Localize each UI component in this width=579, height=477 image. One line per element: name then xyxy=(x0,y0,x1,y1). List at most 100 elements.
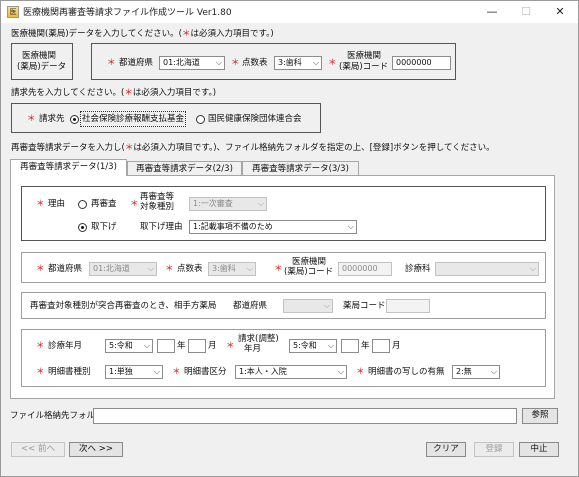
statement-type-select[interactable]: 1:単独 ⌵ xyxy=(105,365,163,379)
month-unit: 月 xyxy=(392,341,401,351)
row-pref-select: 01:北海道 ⌵ xyxy=(89,262,157,276)
tab-data-3[interactable]: 再審査等請求データ(3/3) xyxy=(242,161,359,176)
required-mark: ＊ xyxy=(124,88,133,98)
required-mark: ＊ xyxy=(226,341,235,351)
radio-shiharai-kikin[interactable] xyxy=(70,115,79,124)
chevron-down-icon: ⌵ xyxy=(215,58,222,67)
institution-data-box: ＊ 都道府県 01:北海道 ⌵ ＊ 点数表 3:歯科 ⌵ ＊ 医療機関 (薬局)コー… xyxy=(91,43,456,80)
row-score-table-label: 点数表 xyxy=(177,264,203,274)
claim-year-input[interactable] xyxy=(341,339,359,353)
institution-row-box: ＊ 都道府県 01:北海道 ⌵ ＊ 点数表 3:歯科 ⌵ ＊ 医療機関 (薬局)コー… xyxy=(21,252,546,283)
required-mark: ＊ xyxy=(36,264,45,274)
claim-destination-label: 請求先 xyxy=(39,114,65,124)
statement-copy-select[interactable]: 2:無 ⌵ xyxy=(452,365,500,379)
tab-panel: ＊ 理由 再審査 ＊ 再審査等 対象種別 1:一次審査 ⌵ 取下げ 取下げ理由 1… xyxy=(10,175,555,399)
treatment-month-label: 診療年月 xyxy=(48,341,83,351)
window-title: 医療機関再審査等請求ファイル作成ツール Ver1.80 xyxy=(23,8,232,18)
clear-button[interactable]: クリア xyxy=(426,442,466,457)
institution-data-label-box: 医療機関 (薬局)データ xyxy=(11,43,73,80)
required-mark: ＊ xyxy=(172,367,181,377)
target-type-label-2: 対象種別 xyxy=(140,202,175,212)
option-withdraw[interactable]: 取下げ xyxy=(91,221,117,233)
pref-select[interactable]: 01:北海道 ⌵ xyxy=(159,56,225,70)
app-window: 医 医療機関再審査等請求ファイル作成ツール Ver1.80 — ☐ ✕ 医療機関… xyxy=(0,0,579,477)
chevron-down-icon: ⌵ xyxy=(246,264,253,273)
required-mark: ＊ xyxy=(36,199,45,209)
claim-era-select[interactable]: 5:令和 ⌵ xyxy=(289,339,337,353)
chevron-down-icon: ⌵ xyxy=(312,58,319,67)
option-review[interactable]: 再審査 xyxy=(91,198,117,210)
required-mark: ＊ xyxy=(231,58,240,68)
department-select: ⌵ xyxy=(435,262,539,276)
year-unit: 年 xyxy=(177,341,186,351)
pharmacy-pref-select: ⌵ xyxy=(283,299,333,313)
tab-data-2[interactable]: 再審査等請求データ(2/3) xyxy=(127,161,242,176)
required-mark: ＊ xyxy=(328,58,337,68)
chevron-down-icon: ⌵ xyxy=(337,367,344,376)
claim-month-input[interactable] xyxy=(372,339,390,353)
pharmacy-code-label: 薬局コード xyxy=(343,301,386,311)
statement-type-label: 明細書種別 xyxy=(48,367,91,377)
treatment-month-input[interactable] xyxy=(188,339,206,353)
chevron-down-icon: ⌵ xyxy=(147,264,154,273)
chevron-down-icon: ⌵ xyxy=(143,341,150,350)
withdraw-reason-select[interactable]: 1:記載事項不備のため ⌵ xyxy=(189,220,357,234)
statement-class-label: 明細書区分 xyxy=(184,367,227,377)
treatment-year-input[interactable] xyxy=(157,339,175,353)
required-mark: ＊ xyxy=(130,199,139,209)
statement-copy-label: 明細書の写しの有無 xyxy=(368,367,445,377)
row-score-table-select: 3:歯科 ⌵ xyxy=(208,262,256,276)
pharmacy-pref-label: 都道府県 xyxy=(233,301,268,311)
withdraw-reason-label: 取下げ理由 xyxy=(140,222,183,232)
required-mark: ＊ xyxy=(274,264,283,274)
reason-label: 理由 xyxy=(48,199,66,209)
claim-month-label-2: 年月 xyxy=(244,344,262,354)
radio-withdraw[interactable] xyxy=(78,223,87,232)
prev-button: << 前へ xyxy=(11,442,65,457)
register-button: 登録 xyxy=(474,442,514,457)
option-kokuho-rengokai[interactable]: 国民健康保険団体連合会 xyxy=(208,113,302,125)
statement-class-select[interactable]: 1:本人・入院 ⌵ xyxy=(235,365,347,379)
next-button[interactable]: 次へ >> xyxy=(69,442,123,457)
department-label: 診療科 xyxy=(405,264,431,274)
abort-button[interactable]: 中止 xyxy=(519,442,559,457)
maximize-button: ☐ xyxy=(521,5,531,18)
year-unit: 年 xyxy=(361,341,370,351)
folder-input[interactable] xyxy=(93,408,517,424)
required-mark: ＊ xyxy=(107,58,116,68)
close-button[interactable]: ✕ xyxy=(543,1,577,23)
required-mark: ＊ xyxy=(356,367,365,377)
score-table-select[interactable]: 3:歯科 ⌵ xyxy=(274,56,322,70)
section3-instruction: 再審査等請求データを入力し(＊は必須入力項目です。)、ファイル格納先フォルダを指… xyxy=(11,143,495,153)
minimize-button[interactable]: — xyxy=(475,1,509,23)
chevron-down-icon: ⌵ xyxy=(327,341,334,350)
claim-destination-box: ＊ 請求先 社会保険診療報酬支払基金 国民健康保険団体連合会 xyxy=(11,103,321,133)
radio-kokuho-rengokai[interactable] xyxy=(196,115,205,124)
folder-label: ファイル格納先フォルダ xyxy=(10,411,104,421)
treatment-era-select[interactable]: 5:令和 ⌵ xyxy=(105,339,153,353)
required-mark: ＊ xyxy=(36,341,45,351)
radio-review[interactable] xyxy=(78,200,87,209)
row-institution-code-input: 0000000 xyxy=(338,262,392,276)
reason-box: ＊ 理由 再審査 ＊ 再審査等 対象種別 1:一次審査 ⌵ 取下げ 取下げ理由 1… xyxy=(21,186,546,241)
required-mark: ＊ xyxy=(36,367,45,377)
section1-instruction: 医療機関(薬局)データを入力してください。(＊は必須入力項目です。) xyxy=(11,29,274,39)
option-shiharai-kikin[interactable]: 社会保険診療報酬支払基金 xyxy=(79,111,187,127)
pharmacy-label: 再審査対象種別が突合再審査のとき、相手方薬局 xyxy=(30,301,217,311)
chevron-down-icon: ⌵ xyxy=(323,301,330,310)
code-label-2: (薬局)コード xyxy=(339,62,389,72)
row-code-label-2: (薬局)コード xyxy=(284,267,334,277)
title-bar: 医 医療機関再審査等請求ファイル作成ツール Ver1.80 — ☐ ✕ xyxy=(1,1,578,23)
tab-data-1[interactable]: 再審査等請求データ(1/3) xyxy=(10,159,127,176)
institution-data-label-2: (薬局)データ xyxy=(17,62,67,72)
pharmacy-code-input xyxy=(386,299,430,313)
chevron-down-icon: ⌵ xyxy=(153,367,160,376)
target-type-select: 1:一次審査 ⌵ xyxy=(189,197,267,211)
pref-label: 都道府県 xyxy=(119,58,154,68)
section2-instruction: 請求先を入力してください。(＊は必須入力項目です。) xyxy=(11,88,217,98)
institution-code-input[interactable]: 0000000 xyxy=(392,56,451,70)
score-table-label: 点数表 xyxy=(242,58,268,68)
browse-button[interactable]: 参照 xyxy=(522,408,558,424)
chevron-down-icon: ⌵ xyxy=(257,199,264,208)
pharmacy-box: 再審査対象種別が突合再審査のとき、相手方薬局 都道府県 ⌵ 薬局コード xyxy=(21,292,546,319)
